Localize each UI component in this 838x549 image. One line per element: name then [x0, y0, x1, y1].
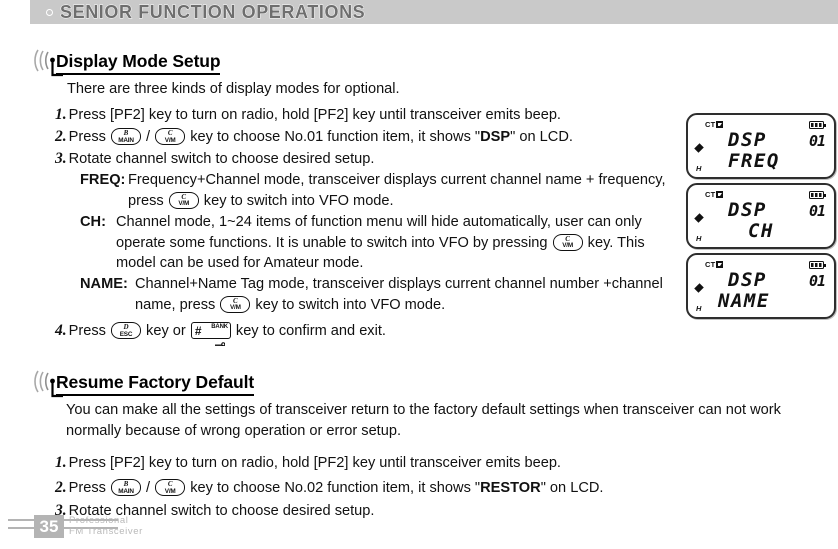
key-esc-d-icon: D ESC: [110, 322, 141, 339]
lcd-menu-number: 01: [808, 202, 826, 220]
step-item: 3. Rotate channel switch to choose desire…: [55, 148, 374, 170]
step-number: 2.: [55, 128, 67, 145]
footer-brand-line-1: Professional: [69, 515, 129, 526]
lcd-h-indicator: H: [696, 304, 702, 313]
step-text: key to choose No.02 function item, it sh…: [186, 480, 481, 496]
key-vm-c-icon: C V/M: [552, 233, 583, 251]
definition-term: FREQ:: [80, 172, 126, 188]
step-number: 1.: [55, 106, 67, 123]
section-heading-resume-factory-default: Resume Factory Default: [33, 366, 255, 398]
ct-indicator-icon: CT: [705, 260, 724, 269]
key-vm-c-icon: C V/M: [168, 191, 199, 209]
step-text: Press: [68, 129, 110, 145]
step-number: 1.: [55, 454, 67, 471]
section-intro-text: There are three kinds of display modes f…: [67, 81, 400, 97]
footer-brand: Professional FM Transceiver: [69, 515, 143, 537]
section-paragraph: You can make all the settings of transce…: [66, 402, 781, 439]
definition-term: NAME:: [80, 276, 128, 292]
step-text: Press [PF2] key to turn on radio, hold […: [68, 107, 561, 123]
key-vm-c-icon: C V/M: [155, 128, 186, 145]
lcd-line-2: FREQ: [728, 150, 780, 172]
lcd-code-label: DSP: [480, 129, 511, 145]
lcd-h-indicator: H: [696, 234, 702, 243]
section-underline: [56, 393, 255, 396]
step-text: Press: [68, 480, 110, 496]
step-item: 2. Press B MAIN / C V/M key to choose No.01…: [55, 126, 573, 148]
step-text: " on LCD.: [540, 480, 604, 496]
diamond-indicator-icon: [694, 143, 704, 153]
lcd-menu-number: 01: [808, 272, 826, 290]
battery-icon: [809, 261, 826, 269]
lcd-line-2: NAME: [718, 290, 770, 312]
step-item: 1. Press [PF2] key to turn on radio, hold…: [55, 452, 561, 474]
step-item: 1. Press [PF2] key to turn on radio, hold…: [55, 104, 561, 126]
step-text: key to confirm and exit.: [231, 323, 386, 339]
lcd-line-1: DSP: [728, 199, 767, 221]
step-text: /: [141, 480, 155, 496]
step-number: 3.: [55, 150, 67, 167]
ct-indicator-icon: CT: [705, 190, 724, 199]
step-text: key to choose No.01 function item, it sh…: [186, 129, 481, 145]
step-text: /: [141, 129, 155, 145]
lcd-panel-ch: CT 01 H DSP CH: [686, 183, 836, 249]
lcd-code-label: RESTOR: [480, 480, 541, 496]
page-title: SENIOR FUNCTION OPERATIONS: [60, 1, 366, 22]
definition-ch: CH: Channel mode, 1~24 items of function…: [80, 212, 690, 274]
step-item: 4. Press D ESC key or # BANK key to confirm…: [55, 320, 386, 346]
step-number: 4.: [55, 322, 67, 339]
diamond-indicator-icon: [694, 213, 704, 223]
step-number: 2.: [55, 479, 67, 496]
page-number: 35: [34, 515, 64, 538]
lock-icon: [214, 332, 226, 346]
definition-freq: FREQ: Frequency+Channel mode, transceive…: [80, 170, 680, 211]
lcd-line-2: CH: [748, 220, 774, 242]
page-header-banner: SENIOR FUNCTION OPERATIONS: [30, 0, 838, 24]
step-text: Press: [68, 323, 110, 339]
key-bank-hash-icon: # BANK: [190, 322, 231, 346]
section-title: Resume Factory Default: [56, 371, 255, 392]
battery-icon: [809, 191, 826, 199]
key-main-b-icon: B MAIN: [110, 128, 141, 145]
definition-text: key to switch into VFO mode.: [251, 296, 446, 313]
section-underline: [56, 72, 221, 75]
lcd-h-indicator: H: [696, 164, 702, 173]
step-text: " on LCD.: [510, 129, 573, 145]
battery-icon: [809, 121, 826, 129]
definition-text: key to switch into VFO mode.: [199, 192, 394, 209]
step-text: Rotate channel switch to choose desired …: [68, 151, 375, 167]
key-main-b-icon: B MAIN: [110, 479, 141, 496]
lcd-line-1: DSP: [728, 269, 767, 291]
section-title: Display Mode Setup: [56, 50, 221, 71]
footer-brand-line-2: FM Transceiver: [69, 526, 143, 537]
key-vm-c-icon: C V/M: [155, 479, 186, 496]
lcd-panel-name: CT 01 H DSP NAME: [686, 253, 836, 319]
definition-name: NAME: Channel+Name Tag mode, transceiver…: [80, 274, 700, 315]
step-item: 2. Press B MAIN / C V/M key to choose No.02…: [55, 477, 603, 499]
circle-outline-icon: [46, 8, 53, 16]
key-vm-c-icon: C V/M: [220, 295, 251, 313]
lcd-panel-freq: CT 01 H DSP FREQ: [686, 113, 836, 179]
definition-term: CH:: [80, 214, 106, 230]
step-text: key or: [141, 323, 190, 339]
ct-indicator-icon: CT: [705, 120, 724, 129]
lcd-menu-number: 01: [808, 132, 826, 150]
lcd-line-1: DSP: [728, 129, 767, 151]
step-text: Press [PF2] key to turn on radio, hold […: [68, 455, 561, 471]
section-heading-display-mode-setup: Display Mode Setup: [33, 45, 221, 77]
diamond-indicator-icon: [694, 283, 704, 293]
